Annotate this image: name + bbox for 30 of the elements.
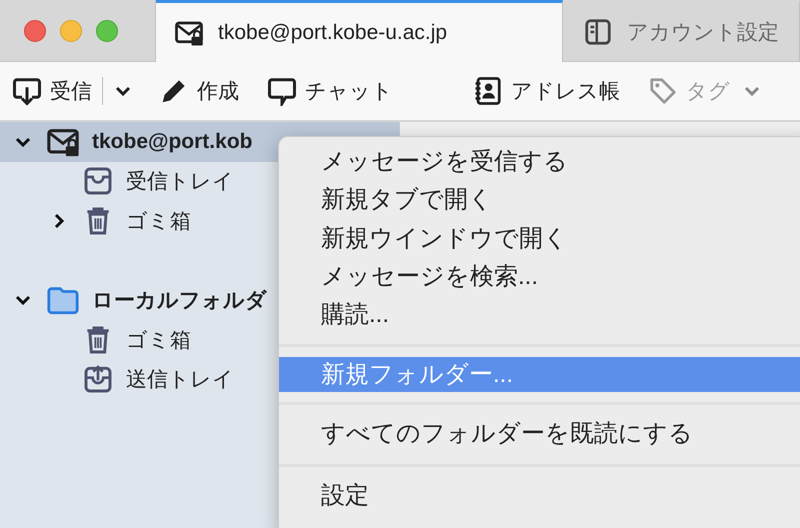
tag-icon [648,76,678,106]
folder-label[interactable]: ローカルフォルダ [92,286,267,314]
address-book-icon [473,76,503,106]
download-icon [12,76,42,106]
menu-item[interactable]: メッセージを受信する [279,143,800,182]
toolbar-button[interactable]: 受信 [12,76,92,106]
speech-bubble-icon [267,76,297,106]
chevron-down-icon[interactable] [115,85,131,97]
chevron-right-icon[interactable] [53,212,65,229]
folder-label[interactable]: ゴミ箱 [126,326,191,354]
toolbar-button[interactable]: チャット [267,76,393,106]
chevron-down-icon[interactable] [15,294,31,306]
menu-item[interactable]: 新規ウインドウで開く [279,220,800,258]
inbox-icon [82,165,114,198]
folder-label[interactable]: 送信トレイ [126,365,234,394]
chevron-down-icon[interactable] [15,136,31,148]
window-close-button[interactable] [24,20,46,42]
outbox-icon [82,363,114,396]
menu-item[interactable]: 新規タブで開く [279,181,800,220]
menu-item[interactable]: 購読... [279,296,800,334]
tab[interactable]: アカウント設定 [563,0,800,61]
menu-item[interactable]: すべてのフォルダーを既読にする [279,415,800,454]
menu-item[interactable]: 設定 [279,476,800,516]
tab[interactable]: tkobe@port.kobe-u.ac.jp [156,0,563,62]
toolbar-button[interactable]: 作成 [159,76,239,106]
toolbar-button[interactable]: アドレス帳 [473,76,620,106]
folder-label[interactable]: 受信トレイ [126,167,234,196]
menu-item[interactable]: メッセージを検索... [279,258,800,296]
panel-icon [583,17,613,47]
folder-label[interactable]: ゴミ箱 [126,206,191,235]
